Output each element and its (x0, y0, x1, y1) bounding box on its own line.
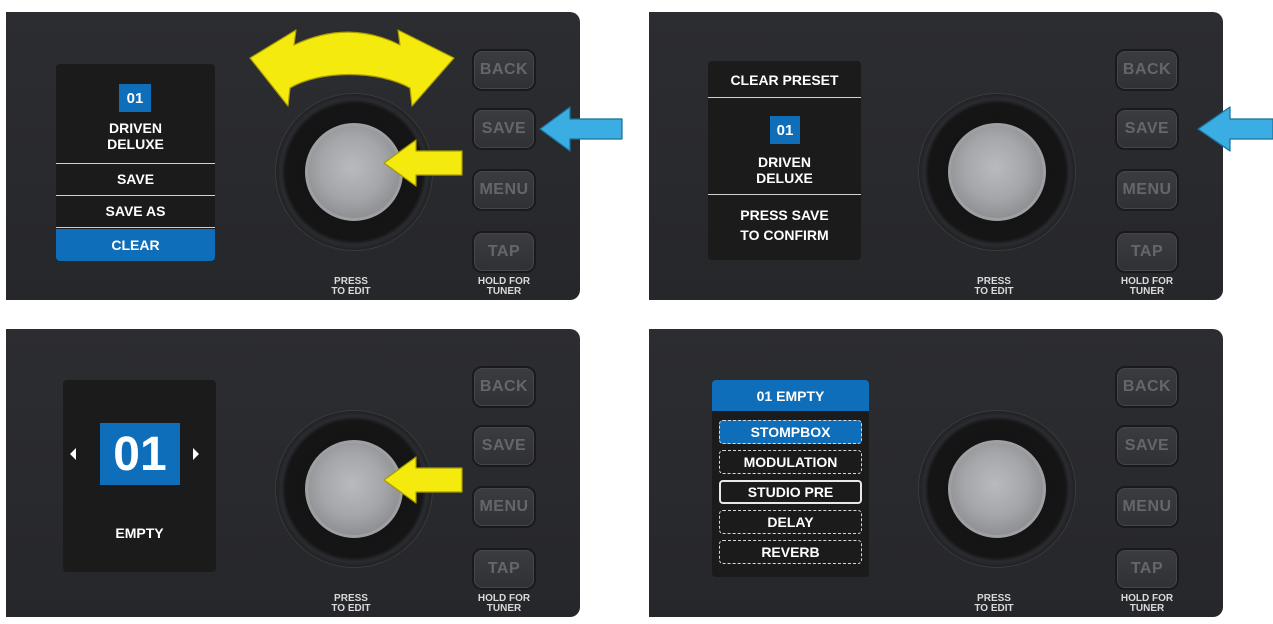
knob-cap[interactable] (948, 440, 1046, 538)
knob-caption: PRESS TO EDIT (331, 593, 371, 614)
tap-button[interactable]: TAP (1115, 548, 1179, 590)
knob-cap[interactable] (305, 123, 403, 221)
encoder-knob[interactable] (919, 411, 1075, 567)
chevron-right-icon (193, 448, 199, 460)
preset-number-badge: 01 (770, 116, 800, 144)
divider (56, 163, 215, 164)
tap-caption: HOLD FOR TUNER (1120, 276, 1174, 297)
amp-panel-menu: 01 DRIVEN DELUXE SAVE SAVE AS CLEAR BACK… (6, 12, 580, 300)
confirm-prompt-line-2: TO CONFIRM (740, 227, 829, 243)
preset-menu-screen: 01 DRIVEN DELUXE SAVE SAVE AS CLEAR (56, 64, 215, 261)
tap-caption: HOLD FOR TUNER (477, 276, 531, 297)
knob-caption: PRESS TO EDIT (331, 276, 371, 297)
menu-button[interactable]: MENU (1115, 169, 1179, 211)
tap-caption: HOLD FOR TUNER (1120, 593, 1174, 614)
menu-button[interactable]: MENU (472, 486, 536, 528)
amp-panel-clear-confirm: CLEAR PRESET 01 DRIVEN DELUXE PRESS SAVE… (649, 12, 1223, 300)
save-button[interactable]: SAVE (1115, 425, 1179, 467)
save-button[interactable]: SAVE (472, 425, 536, 467)
amp-panel-signal-chain: 01 EMPTY STOMPBOX MODULATION STUDIO PRE … (649, 329, 1223, 617)
knob-caption: PRESS TO EDIT (974, 276, 1014, 297)
encoder-knob[interactable] (276, 94, 432, 250)
menu-item-clear[interactable]: CLEAR (56, 229, 215, 261)
back-button[interactable]: BACK (1115, 366, 1179, 408)
tap-button[interactable]: TAP (472, 231, 536, 273)
preset-name-line-1: DRIVEN (758, 154, 811, 170)
encoder-knob[interactable] (276, 411, 432, 567)
save-button[interactable]: SAVE (1115, 108, 1179, 150)
tap-button[interactable]: TAP (1115, 231, 1179, 273)
tap-button[interactable]: TAP (472, 548, 536, 590)
divider (708, 194, 861, 195)
tap-caption: HOLD FOR TUNER (477, 593, 531, 614)
menu-button[interactable]: MENU (472, 169, 536, 211)
back-button[interactable]: BACK (472, 366, 536, 408)
clear-confirm-screen: CLEAR PRESET 01 DRIVEN DELUXE PRESS SAVE… (708, 61, 861, 260)
preset-name-line-2: DELUXE (756, 170, 813, 186)
knob-cap[interactable] (948, 123, 1046, 221)
preset-number-badge: 01 (100, 423, 180, 485)
chain-item-stompbox[interactable]: STOMPBOX (719, 420, 862, 444)
preset-name-line-1: DRIVEN (109, 120, 162, 136)
back-button[interactable]: BACK (1115, 49, 1179, 91)
screen-title: CLEAR PRESET (730, 72, 839, 88)
save-button[interactable]: SAVE (472, 108, 536, 150)
chain-item-modulation[interactable]: MODULATION (719, 450, 862, 474)
menu-item-save[interactable]: SAVE (56, 165, 215, 193)
signal-chain-screen: 01 EMPTY STOMPBOX MODULATION STUDIO PRE … (712, 380, 869, 577)
chain-item-studio-pre[interactable]: STUDIO PRE (719, 480, 862, 504)
back-button[interactable]: BACK (472, 49, 536, 91)
menu-item-save-as[interactable]: SAVE AS (56, 197, 215, 225)
divider (56, 227, 215, 228)
knob-caption: PRESS TO EDIT (974, 593, 1014, 614)
amp-panel-empty-preset: 01 EMPTY BACK SAVE MENU TAP PRESS TO EDIT… (6, 329, 580, 617)
preset-name-line-2: DELUXE (107, 136, 164, 152)
chevron-left-icon (70, 448, 76, 460)
preset-header: 01 EMPTY (712, 380, 869, 411)
divider (56, 195, 215, 196)
empty-preset-screen: 01 EMPTY (63, 380, 216, 572)
menu-button[interactable]: MENU (1115, 486, 1179, 528)
preset-number-badge: 01 (119, 84, 151, 112)
confirm-prompt-line-1: PRESS SAVE (740, 207, 829, 223)
divider (708, 97, 861, 98)
chain-item-delay[interactable]: DELAY (719, 510, 862, 534)
knob-cap[interactable] (305, 440, 403, 538)
chain-item-reverb[interactable]: REVERB (719, 540, 862, 564)
encoder-knob[interactable] (919, 94, 1075, 250)
preset-name: EMPTY (115, 525, 164, 541)
